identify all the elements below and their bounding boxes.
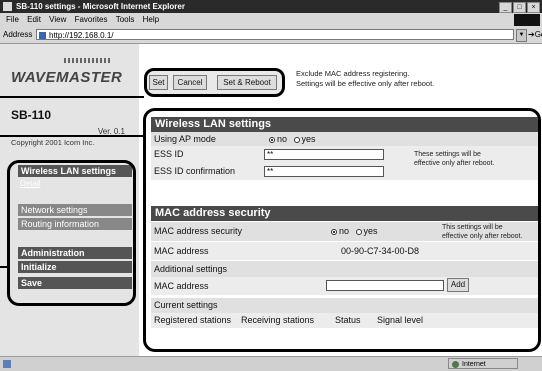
address-url: http://192.168.0.1/	[49, 31, 114, 40]
mac-section-heading: MAC address security	[151, 206, 538, 221]
menu-edit[interactable]: Edit	[27, 13, 41, 27]
ap-mode-no-label: no	[277, 134, 288, 144]
menu-favorites[interactable]: Favorites	[75, 13, 108, 27]
station-table-header: Registered stations Receiving stations S…	[151, 313, 538, 328]
window-title: SB-110 settings - Microsoft Internet Exp…	[16, 2, 185, 11]
ap-mode-radio-group: no yes	[269, 132, 316, 146]
go-label: Go	[534, 30, 542, 39]
mac-address-value: 00-90-C7-34-00-D8	[341, 246, 420, 256]
browser-window: SB-110 settings - Microsoft Internet Exp…	[0, 0, 542, 371]
status-bar: Internet	[0, 356, 542, 371]
callout-leader-toolbar	[0, 96, 144, 98]
mac-security-radio-group: no yes	[331, 222, 378, 241]
essid-confirm-label: ESS ID confirmation	[154, 166, 236, 176]
page-status-icon	[3, 360, 11, 368]
set-button[interactable]: Set	[149, 75, 168, 90]
zone-label: Internet	[462, 361, 486, 368]
additional-settings-label: Additional settings	[154, 264, 228, 274]
essid-input[interactable]: **	[264, 149, 384, 160]
callout-leader-sidebar	[0, 266, 10, 268]
column-signal-level: Signal level	[377, 315, 424, 325]
model-name: SB-110	[11, 108, 52, 122]
minimize-button[interactable]: _	[499, 2, 512, 13]
wireless-note: These settings will be effective only af…	[414, 150, 494, 168]
ap-mode-row: Using AP mode no yes	[151, 132, 538, 146]
mac-address-label: MAC address	[154, 246, 209, 256]
column-registered-stations: Registered stations	[154, 315, 232, 325]
address-bar: Address http://192.168.0.1/ ▼ ➔Go	[0, 27, 542, 44]
current-settings-row: Current settings	[151, 298, 538, 313]
ap-mode-yes-radio[interactable]	[293, 136, 300, 143]
mac-security-yes-radio[interactable]	[355, 228, 362, 235]
mac-note-line2: effective only after reboot.	[442, 233, 523, 240]
main-panel: Set Cancel Set & Reboot Exclude MAC addr…	[141, 44, 542, 356]
address-input[interactable]: http://192.168.0.1/	[36, 29, 514, 40]
ap-mode-yes-label: yes	[301, 134, 316, 144]
page-icon	[39, 32, 46, 40]
mac-note-line1: This settings will be	[442, 224, 503, 231]
mac-address-row: MAC address 00-90-C7-34-00-D8	[151, 242, 538, 260]
ie-icon	[3, 2, 12, 11]
menu-help[interactable]: Help	[143, 13, 159, 27]
address-label: Address	[3, 30, 33, 39]
settings-callout-outline: Wireless LAN settings Using AP mode no y…	[143, 108, 541, 352]
add-button[interactable]: Add	[447, 278, 469, 292]
mac-security-no-label: no	[339, 226, 350, 236]
menu-file[interactable]: File	[6, 13, 19, 27]
toolbar-note: Exclude MAC address registering. Setting…	[296, 69, 434, 89]
wireless-note-line1: These settings will be	[414, 151, 481, 158]
sidebar: WAVEMASTER SB-110 Ver. 0.1 Copyright 200…	[0, 44, 139, 356]
maximize-button[interactable]: □	[513, 2, 526, 13]
menu-bar: File Edit View Favorites Tools Help	[0, 13, 542, 27]
mac-security-yes-label: yes	[363, 226, 378, 236]
go-button[interactable]: ➔Go	[528, 30, 542, 39]
menu-view[interactable]: View	[49, 13, 66, 27]
title-bar: SB-110 settings - Microsoft Internet Exp…	[0, 0, 542, 13]
ap-mode-label: Using AP mode	[154, 134, 216, 144]
address-dropdown-button[interactable]: ▼	[516, 29, 527, 42]
security-zone: Internet	[448, 358, 518, 369]
copyright-text: Copyright 2001 Icom Inc.	[11, 138, 95, 147]
close-button[interactable]: ×	[527, 2, 540, 13]
logo-stripes	[64, 58, 112, 63]
callout-leader-settings	[0, 135, 143, 137]
ap-mode-no-radio[interactable]	[269, 136, 275, 143]
set-and-reboot-button[interactable]: Set & Reboot	[217, 75, 277, 90]
menu-tools[interactable]: Tools	[116, 13, 135, 27]
toolbar-note-line1: Exclude MAC address registering.	[296, 69, 410, 78]
current-settings-label: Current settings	[154, 300, 218, 310]
mac-address-input[interactable]	[326, 280, 444, 291]
page-content: WAVEMASTER SB-110 Ver. 0.1 Copyright 200…	[0, 44, 542, 356]
mac-security-label: MAC address security	[154, 226, 243, 236]
essid-label: ESS ID	[154, 149, 184, 159]
globe-icon	[452, 361, 459, 368]
window-controls: _ □ ×	[499, 2, 540, 13]
mac-input-label: MAC address	[154, 281, 209, 291]
mac-note: This settings will be effective only aft…	[442, 223, 522, 241]
sidebar-callout-outline	[7, 160, 136, 306]
cancel-button[interactable]: Cancel	[173, 75, 207, 90]
toolbar-note-line2: Settings will be effective only after re…	[296, 79, 435, 88]
mac-security-no-radio[interactable]	[331, 228, 337, 235]
wireless-section-heading: Wireless LAN settings	[151, 117, 538, 132]
go-arrow-icon: ➔	[528, 30, 535, 39]
column-status: Status	[335, 315, 361, 325]
essid-confirm-input[interactable]: **	[264, 166, 384, 177]
ie-logo-icon	[514, 14, 540, 26]
additional-settings-row: Additional settings	[151, 261, 538, 277]
brand-logo: WAVEMASTER	[11, 69, 123, 86]
column-receiving-stations: Receiving stations	[241, 315, 315, 325]
wireless-note-line2: effective only after reboot.	[414, 160, 495, 167]
